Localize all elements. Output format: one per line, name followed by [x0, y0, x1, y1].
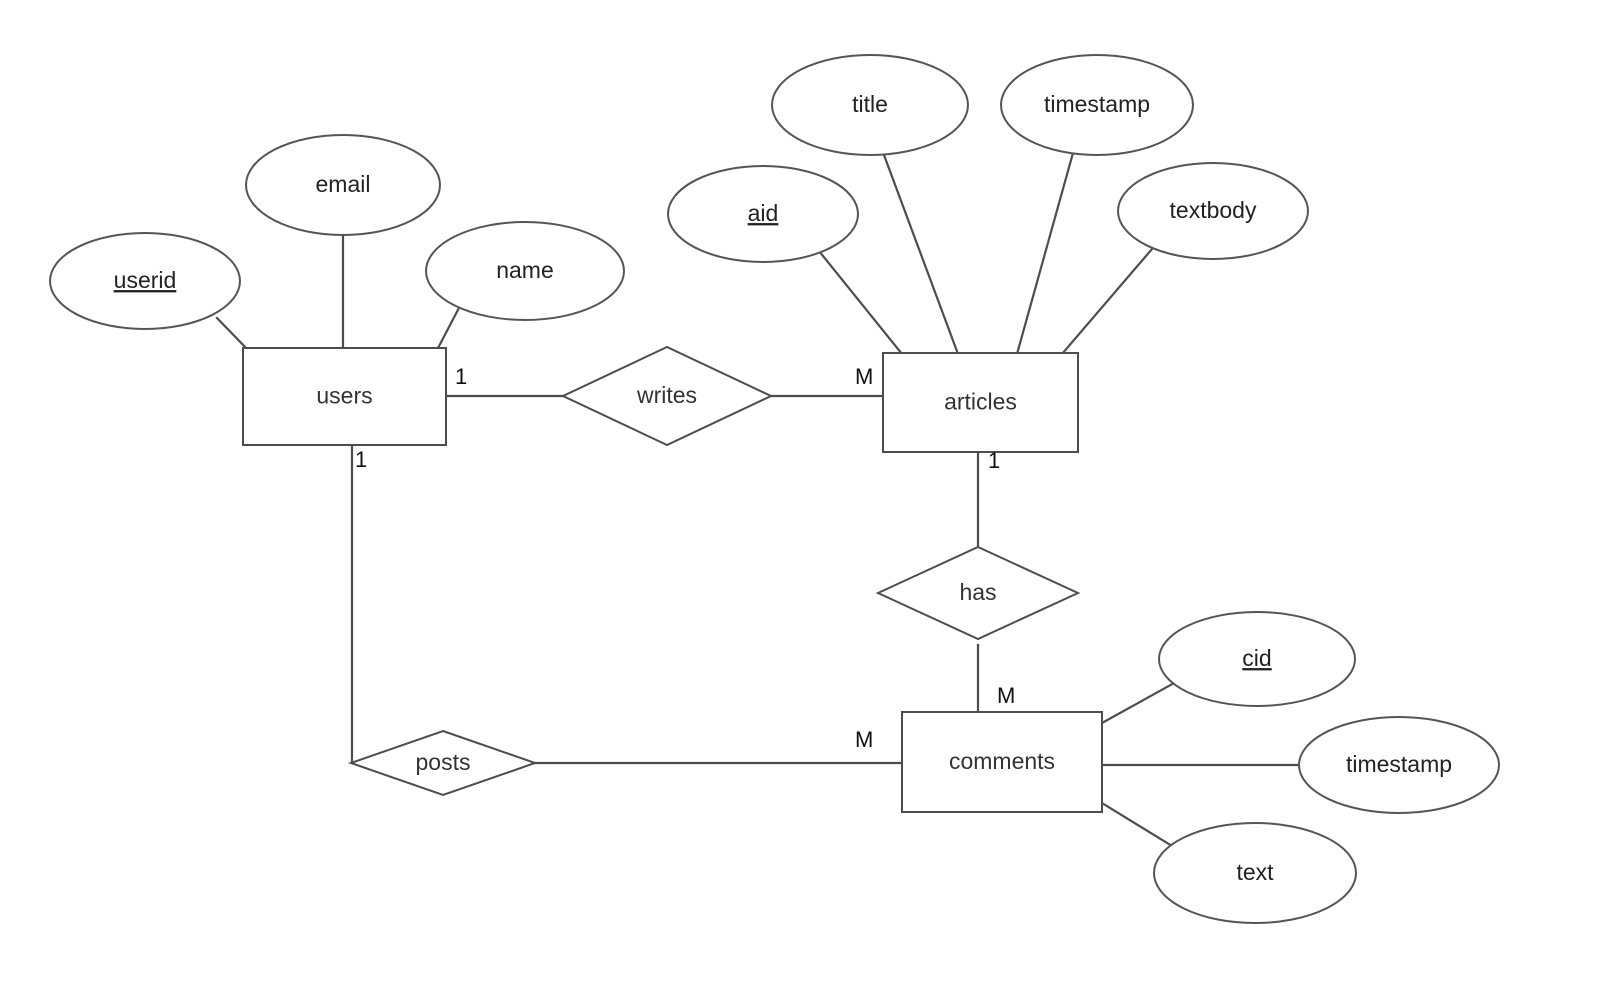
- relationship-label-posts: posts: [416, 749, 471, 775]
- attribute-label-userid: userid: [114, 267, 177, 293]
- attribute-label-cid: cid: [1242, 645, 1271, 671]
- edge-userid-users: [215, 316, 250, 352]
- cardinality-comments-posts: M: [855, 727, 873, 752]
- edge-title-articles: [882, 153, 960, 356]
- entity-label-users: users: [316, 383, 372, 409]
- entity-users[interactable]: users: [242, 347, 447, 446]
- entity-comments[interactable]: comments: [901, 711, 1103, 813]
- attribute-label-aid: aid: [748, 200, 779, 226]
- attribute-aid[interactable]: aid: [667, 165, 859, 263]
- er-diagram-svg: writes has posts users articles comments use…: [49, 54, 1500, 924]
- attribute-title[interactable]: title: [771, 54, 969, 156]
- entity-label-comments: comments: [949, 748, 1055, 774]
- cardinality-articles-has: 1: [988, 448, 1000, 473]
- relationship-label-writes: writes: [636, 382, 697, 408]
- cardinality-users-writes: 1: [455, 364, 467, 389]
- relationship-has[interactable]: has: [875, 545, 1081, 641]
- attribute-c_timestamp[interactable]: timestamp: [1298, 716, 1500, 814]
- cardinality-articles-writes: M: [855, 364, 873, 389]
- attribute-text[interactable]: text: [1153, 822, 1357, 924]
- er-diagram-canvas: writes has posts users articles comments use…: [0, 0, 1606, 998]
- entity-articles[interactable]: articles: [882, 352, 1079, 453]
- attribute-label-textbody: textbody: [1170, 197, 1257, 223]
- cardinality-comments-has: M: [997, 683, 1015, 708]
- relationship-writes[interactable]: writes: [560, 345, 774, 447]
- attribute-email[interactable]: email: [245, 134, 441, 236]
- attributes-layer: userid email name aid title timestamp textbody…: [49, 54, 1500, 924]
- relationship-label-has: has: [959, 579, 996, 605]
- edge-name-users: [435, 302, 463, 352]
- relationship-posts[interactable]: posts: [347, 729, 539, 797]
- entity-label-articles: articles: [944, 389, 1017, 415]
- attribute-name[interactable]: name: [425, 221, 625, 321]
- edge-timestamp-articles: [1015, 151, 1075, 356]
- attribute-label-text: text: [1236, 859, 1274, 885]
- edge-comments-cid: [1100, 680, 1178, 725]
- attribute-label-email: email: [316, 171, 371, 197]
- attribute-label-a_timestamp: timestamp: [1044, 91, 1150, 117]
- attribute-label-title: title: [852, 91, 888, 117]
- edge-textbody-articles: [1060, 247, 1154, 356]
- attribute-a_timestamp[interactable]: timestamp: [1000, 54, 1194, 156]
- attribute-label-name: name: [496, 257, 554, 283]
- attribute-cid[interactable]: cid: [1158, 611, 1356, 707]
- attribute-userid[interactable]: userid: [49, 232, 241, 330]
- edge-aid-articles: [817, 249, 904, 356]
- edge-comments-text: [1100, 801, 1174, 848]
- attribute-textbody[interactable]: textbody: [1117, 162, 1309, 260]
- cardinality-users-posts: 1: [355, 447, 367, 472]
- attribute-label-c_timestamp: timestamp: [1346, 751, 1452, 777]
